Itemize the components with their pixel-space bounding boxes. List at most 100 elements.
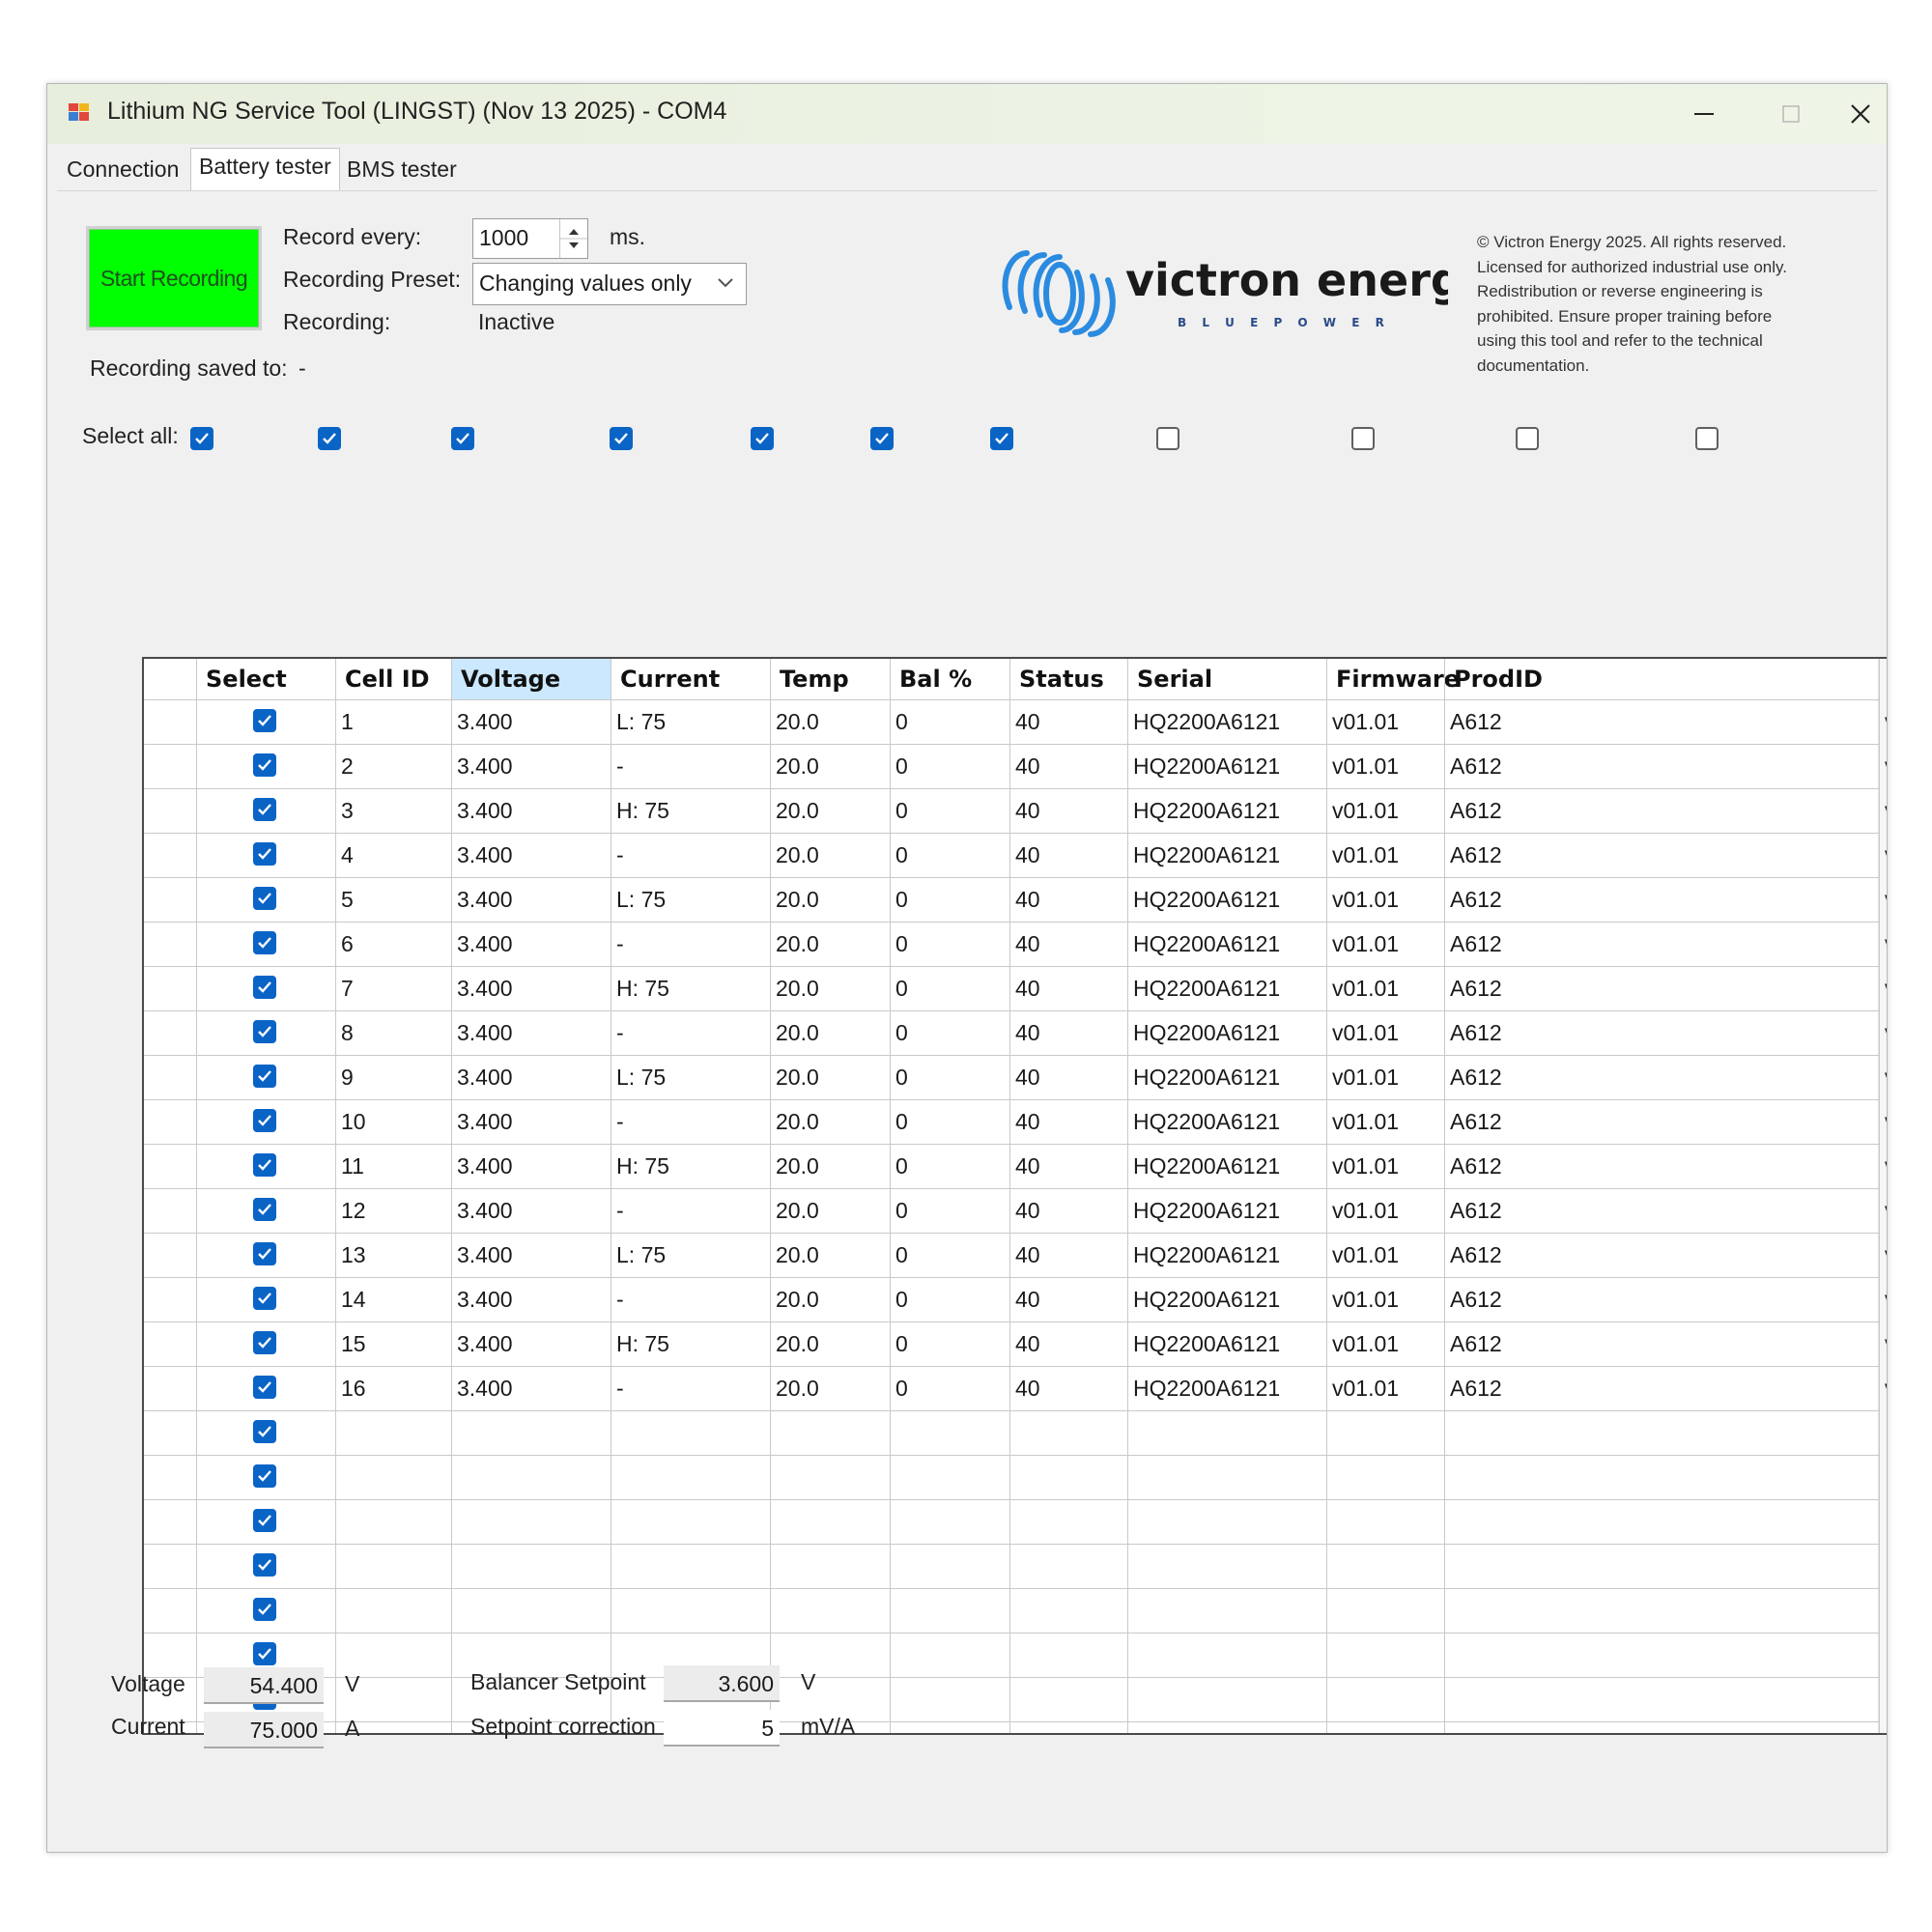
table-cell-firmware[interactable]: v01.01 bbox=[1326, 699, 1444, 744]
table-cell-bootloader[interactable]: v02.00-beta06 bbox=[1879, 877, 1887, 922]
table-cell-cell-id[interactable]: 9 bbox=[335, 1055, 451, 1099]
table-cell-firmware[interactable] bbox=[1326, 1410, 1444, 1455]
table-cell-temp[interactable]: 20.0 bbox=[770, 699, 890, 744]
row-select-checkbox[interactable] bbox=[253, 1331, 276, 1354]
row-select-checkbox[interactable] bbox=[253, 1509, 276, 1532]
table-cell-voltage[interactable]: 3.400 bbox=[451, 1010, 611, 1055]
table-cell-current[interactable]: L: 75 bbox=[611, 877, 770, 922]
table-cell-prodid[interactable]: A612 bbox=[1444, 833, 1879, 877]
select-all-checkbox-prodid[interactable] bbox=[1516, 427, 1539, 450]
table-cell-temp[interactable] bbox=[770, 1633, 890, 1677]
table-cell-status[interactable]: 40 bbox=[1009, 877, 1127, 922]
table-cell-prodid[interactable]: A612 bbox=[1444, 1366, 1879, 1410]
table-cell-voltage[interactable] bbox=[451, 1499, 611, 1544]
table-cell-serial[interactable]: HQ2200A6121 bbox=[1127, 877, 1326, 922]
table-cell-status[interactable]: 40 bbox=[1009, 1188, 1127, 1233]
table-cell-bal-[interactable]: 0 bbox=[890, 1099, 1009, 1144]
select-all-checkbox-cell-id[interactable] bbox=[318, 427, 341, 450]
table-cell-current[interactable]: - bbox=[611, 1188, 770, 1233]
column-header-bal-[interactable]: Bal % bbox=[890, 659, 1009, 699]
tab-battery-tester[interactable]: Battery tester bbox=[190, 148, 340, 191]
table-cell-bal-[interactable]: 0 bbox=[890, 1010, 1009, 1055]
column-header-prodid[interactable]: ProdID bbox=[1444, 659, 1879, 699]
table-cell-serial[interactable]: HQ2200A6121 bbox=[1127, 1099, 1326, 1144]
row-select-checkbox[interactable] bbox=[253, 1464, 276, 1488]
table-cell-bal-[interactable] bbox=[890, 1544, 1009, 1588]
table-cell-bal-[interactable] bbox=[890, 1499, 1009, 1544]
select-all-checkbox-bal-[interactable] bbox=[870, 427, 894, 450]
table-cell-serial[interactable]: HQ2200A6121 bbox=[1127, 1188, 1326, 1233]
table-cell-current[interactable]: - bbox=[611, 1099, 770, 1144]
table-cell-serial[interactable] bbox=[1127, 1677, 1326, 1721]
table-cell-temp[interactable]: 20.0 bbox=[770, 1321, 890, 1366]
table-cell-prodid[interactable]: A612 bbox=[1444, 922, 1879, 966]
table-cell-prodid[interactable]: A612 bbox=[1444, 1099, 1879, 1144]
table-cell-bootloader[interactable]: v02.00-beta06 bbox=[1879, 1099, 1887, 1144]
table-cell-bootloader[interactable]: v02.00-beta06 bbox=[1879, 1010, 1887, 1055]
table-cell-bal-[interactable]: 0 bbox=[890, 877, 1009, 922]
table-cell-voltage[interactable] bbox=[451, 1544, 611, 1588]
table-cell-firmware[interactable]: v01.01 bbox=[1326, 833, 1444, 877]
table-cell-cell-id[interactable]: 11 bbox=[335, 1144, 451, 1188]
table-cell-bal-[interactable] bbox=[890, 1677, 1009, 1721]
table-cell-current[interactable] bbox=[611, 1588, 770, 1633]
table-cell-cell-id[interactable] bbox=[335, 1544, 451, 1588]
table-cell-current[interactable]: H: 75 bbox=[611, 966, 770, 1010]
table-cell-cell-id[interactable]: 4 bbox=[335, 833, 451, 877]
table-cell-voltage[interactable]: 3.400 bbox=[451, 1277, 611, 1321]
table-cell-prodid[interactable]: A612 bbox=[1444, 966, 1879, 1010]
table-cell-serial[interactable]: HQ2200A6121 bbox=[1127, 966, 1326, 1010]
table-cell-firmware[interactable]: v01.01 bbox=[1326, 1277, 1444, 1321]
column-header-status[interactable]: Status bbox=[1009, 659, 1127, 699]
row-select-checkbox[interactable] bbox=[253, 1109, 276, 1132]
table-cell-voltage[interactable] bbox=[451, 1410, 611, 1455]
table-cell-bootloader[interactable]: v02.00-beta06 bbox=[1879, 833, 1887, 877]
table-cell-status[interactable] bbox=[1009, 1633, 1127, 1677]
table-cell-current[interactable]: H: 75 bbox=[611, 1144, 770, 1188]
table-cell-firmware[interactable]: v01.01 bbox=[1326, 788, 1444, 833]
table-cell-firmware[interactable] bbox=[1326, 1455, 1444, 1499]
table-cell-cell-id[interactable]: 10 bbox=[335, 1099, 451, 1144]
table-cell-bootloader[interactable]: v02.00-beta06 bbox=[1879, 788, 1887, 833]
table-cell-cell-id[interactable]: 16 bbox=[335, 1366, 451, 1410]
table-cell-cell-id[interactable]: 7 bbox=[335, 966, 451, 1010]
table-cell-status[interactable]: 40 bbox=[1009, 833, 1127, 877]
table-cell-prodid[interactable]: A612 bbox=[1444, 877, 1879, 922]
table-cell-firmware[interactable] bbox=[1326, 1588, 1444, 1633]
table-cell-voltage[interactable]: 3.400 bbox=[451, 1188, 611, 1233]
title-bar[interactable]: Lithium NG Service Tool (LINGST) (Nov 13… bbox=[47, 84, 1887, 144]
column-header-serial[interactable]: Serial bbox=[1127, 659, 1326, 699]
table-cell-status[interactable]: 40 bbox=[1009, 788, 1127, 833]
table-cell-current[interactable] bbox=[611, 1455, 770, 1499]
table-cell-temp[interactable] bbox=[770, 1499, 890, 1544]
row-select-checkbox[interactable] bbox=[253, 1287, 276, 1310]
table-cell-serial[interactable]: HQ2200A6121 bbox=[1127, 1366, 1326, 1410]
table-cell-current[interactable]: H: 75 bbox=[611, 788, 770, 833]
table-cell-bal-[interactable]: 0 bbox=[890, 1366, 1009, 1410]
table-cell-firmware[interactable] bbox=[1326, 1499, 1444, 1544]
table-cell-status[interactable]: 40 bbox=[1009, 1233, 1127, 1277]
select-all-checkbox-status[interactable] bbox=[990, 427, 1013, 450]
table-cell-status[interactable]: 40 bbox=[1009, 966, 1127, 1010]
table-cell-cell-id[interactable]: 1 bbox=[335, 699, 451, 744]
table-cell-status[interactable]: 40 bbox=[1009, 1277, 1127, 1321]
table-cell-firmware[interactable]: v01.01 bbox=[1326, 1010, 1444, 1055]
table-cell-temp[interactable]: 20.0 bbox=[770, 744, 890, 788]
table-cell-prodid[interactable] bbox=[1444, 1499, 1879, 1544]
table-cell-serial[interactable] bbox=[1127, 1455, 1326, 1499]
table-cell-cell-id[interactable]: 12 bbox=[335, 1188, 451, 1233]
table-cell-bootloader[interactable]: v02.00-beta06 bbox=[1879, 1144, 1887, 1188]
table-cell-firmware[interactable]: v01.01 bbox=[1326, 1055, 1444, 1099]
maximize-button[interactable] bbox=[1747, 84, 1834, 144]
total-voltage-field[interactable]: 54.400 bbox=[204, 1667, 324, 1704]
record-every-spinner[interactable] bbox=[559, 219, 587, 258]
table-cell-bal-[interactable]: 0 bbox=[890, 744, 1009, 788]
table-cell-bootloader[interactable]: v02.00-beta06 bbox=[1879, 922, 1887, 966]
table-cell-serial[interactable] bbox=[1127, 1410, 1326, 1455]
table-cell-temp[interactable]: 20.0 bbox=[770, 877, 890, 922]
table-cell-current[interactable] bbox=[611, 1410, 770, 1455]
table-cell-temp[interactable] bbox=[770, 1588, 890, 1633]
table-cell-current[interactable]: - bbox=[611, 1366, 770, 1410]
table-cell-bal-[interactable]: 0 bbox=[890, 1055, 1009, 1099]
table-cell-bal-[interactable] bbox=[890, 1588, 1009, 1633]
